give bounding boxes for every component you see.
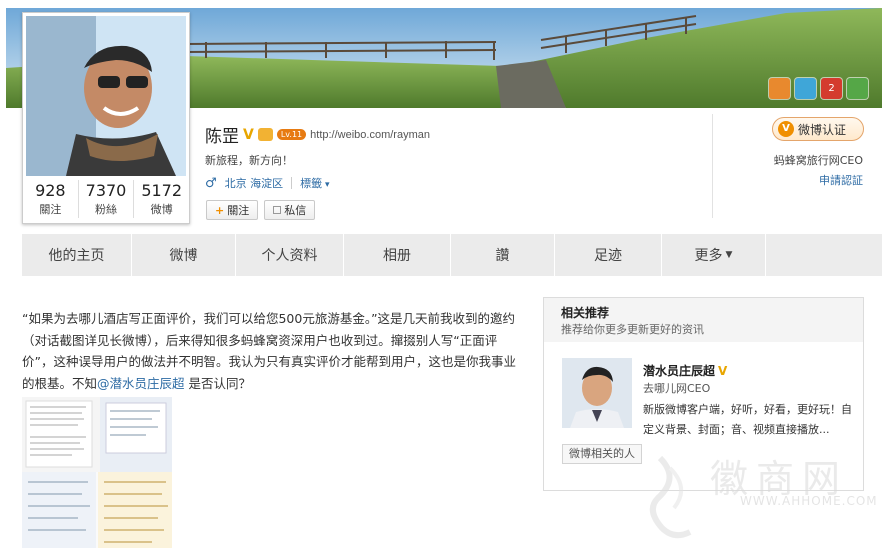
- stat-number: 5172: [141, 181, 183, 200]
- tab-more-label: 更多: [694, 248, 723, 264]
- divider: [291, 177, 293, 189]
- tab-albums[interactable]: 相册: [344, 234, 451, 276]
- tab-weibo[interactable]: 微博: [132, 234, 236, 276]
- recommend-header: 相关推荐 推荐给你更多更新更好的资讯: [544, 298, 863, 342]
- profile-avatar-card: 928 關注 7370 粉絲 5172 微博: [22, 12, 190, 224]
- male-gender-icon: ♂: [205, 175, 217, 191]
- avatar[interactable]: [26, 16, 186, 176]
- post-image-thumbnail[interactable]: [22, 472, 172, 548]
- level-badge[interactable]: Lv.11: [276, 129, 307, 140]
- tab-likes[interactable]: 讚: [451, 234, 555, 276]
- profile-name: 陈罡: [205, 127, 239, 147]
- avatar-photo: [26, 16, 186, 176]
- contact-card-icon[interactable]: [769, 78, 790, 99]
- anniversary-2-icon[interactable]: 2: [821, 78, 842, 99]
- follow-button[interactable]: + 關注: [206, 200, 259, 220]
- vip-crown-icon[interactable]: [257, 128, 273, 141]
- divider: [712, 114, 713, 218]
- profile-url-link[interactable]: http://weibo.com/rayman: [310, 129, 430, 141]
- tab-more[interactable]: 更多 ▼: [662, 234, 766, 276]
- cover-badges: 2: [769, 78, 868, 99]
- verified-v-icon: V: [718, 363, 728, 378]
- profile-bio: 新旅程，新方向！: [205, 154, 293, 167]
- watermark-url: WWW.AHHOME.COM: [740, 494, 878, 508]
- stat-posts[interactable]: 5172 微博: [134, 180, 189, 218]
- message-button[interactable]: 私信: [264, 200, 316, 220]
- mention-link[interactable]: @潜水员庄辰超: [97, 376, 185, 391]
- stat-following[interactable]: 928 關注: [23, 180, 79, 218]
- site-watermark: 徽商网 WWW.AHHOME.COM: [640, 448, 880, 548]
- verify-v-icon: V: [778, 121, 794, 137]
- recommend-subtitle: 推荐给你更多更新更好的资讯: [561, 323, 704, 336]
- stat-number: 928: [35, 181, 66, 200]
- recommended-user-role: 去哪儿网CEO: [643, 382, 711, 395]
- recommended-user-avatar[interactable]: [562, 358, 632, 428]
- profile-actions: + 關注 私信: [206, 200, 316, 220]
- chevron-down-icon: ▼: [725, 250, 733, 260]
- post-text-tail: 是否认同？: [184, 375, 252, 391]
- message-label: 私信: [284, 204, 307, 217]
- tags-dropdown[interactable]: 標籤: [300, 175, 329, 191]
- stat-followers[interactable]: 7370 粉絲: [79, 180, 135, 218]
- nav-filler: [766, 234, 882, 276]
- profile-location-row: ♂ 北京 海淀区 標籤: [205, 175, 330, 191]
- chat-screenshot-image: [22, 472, 172, 548]
- post-image-thumbnail[interactable]: [22, 397, 172, 472]
- recommend-title: 相关推荐: [561, 306, 610, 320]
- recommended-user-photo: [562, 358, 632, 428]
- verify-label: 微博认证: [798, 122, 847, 137]
- location-link[interactable]: 北京 海淀区: [225, 175, 284, 191]
- recommended-user-name-row: 潜水员庄辰超 V: [643, 362, 727, 379]
- weibo-verify-button[interactable]: V 微博认证: [772, 117, 864, 141]
- plant-badge-icon[interactable]: [847, 78, 868, 99]
- apply-verification-link[interactable]: 申請認証: [819, 172, 863, 188]
- follow-label: 關注: [227, 204, 250, 217]
- profile-stats: 928 關注 7370 粉絲 5172 微博: [23, 180, 189, 218]
- mobile-weibo-icon[interactable]: [795, 78, 816, 99]
- recommended-user-name[interactable]: 潜水员庄辰超: [643, 362, 715, 379]
- plus-icon: +: [215, 203, 225, 217]
- profile-name-row: 陈罡 V Lv.11 http://weibo.com/rayman: [205, 122, 430, 148]
- stat-label: 關注: [39, 203, 62, 216]
- profile-nav: 他的主页 微博 个人资料 相册 讚 足迹 更多 ▼: [22, 234, 882, 276]
- related-people-button[interactable]: 微博相关的人: [562, 444, 642, 464]
- watermark-logo-icon: [649, 455, 692, 539]
- post-text: “如果为去哪儿酒店写正面评价，我们可以给您500元旅游基金。”这是几天前我收到的…: [22, 308, 522, 394]
- tab-profile-info[interactable]: 个人资料: [236, 234, 344, 276]
- tab-home[interactable]: 他的主页: [22, 234, 132, 276]
- tab-footprints[interactable]: 足迹: [555, 234, 662, 276]
- stat-label: 微博: [150, 203, 173, 216]
- verification-description: 蚂蜂窝旅行网CEO: [773, 154, 863, 167]
- stat-number: 7370: [85, 181, 127, 200]
- chat-screenshot-image: [22, 397, 172, 472]
- message-icon: [273, 206, 282, 214]
- stat-label: 粉絲: [95, 203, 117, 216]
- verified-v-icon[interactable]: V: [243, 127, 254, 143]
- recommended-user-description: 新版微博客户端，好听，好看，更好玩！自定义背景、封面；音、视频直接播放...: [643, 403, 852, 436]
